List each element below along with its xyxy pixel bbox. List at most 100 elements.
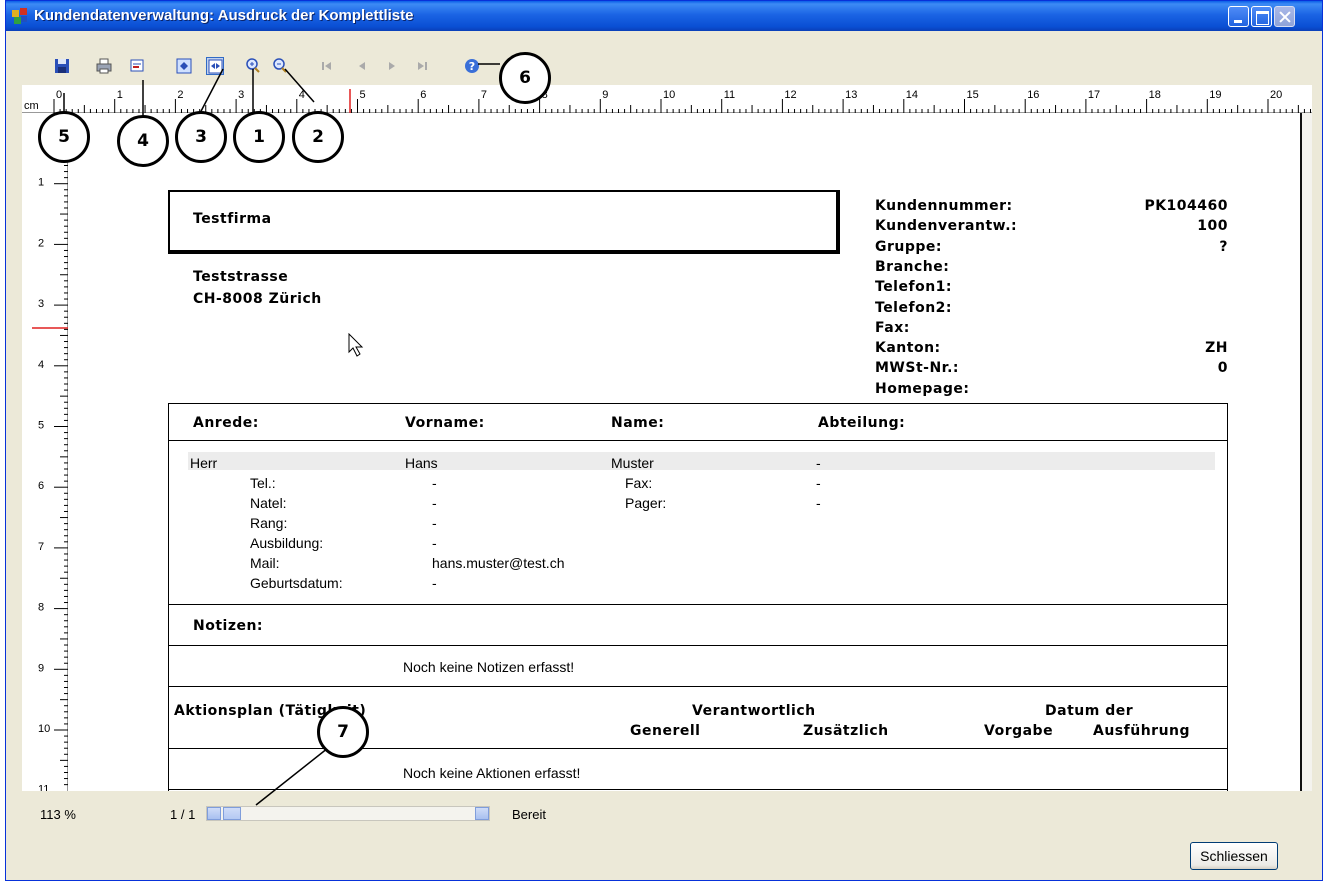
zoom-out-icon[interactable] (271, 57, 289, 75)
contact-row (188, 452, 1215, 470)
ruler-label: 1 (38, 177, 44, 189)
ruler-label: 10 (663, 89, 675, 101)
info-value: PK104460 (1144, 198, 1228, 214)
ruler-label: 3 (238, 89, 244, 101)
callout-5: 5 (38, 111, 90, 163)
zoom-in-icon[interactable] (244, 57, 262, 75)
scroll-right-button[interactable] (475, 807, 489, 820)
notes-empty-text: Noch keine Notizen erfasst! (403, 659, 575, 675)
detail-value: - (432, 475, 437, 491)
callout-6: 6 (499, 52, 551, 104)
detail-value: - (432, 495, 437, 511)
first-page-icon[interactable] (318, 57, 336, 75)
divider (168, 789, 1228, 790)
contact-fax-label: Fax: (625, 475, 653, 491)
callout-7: 7 (317, 706, 369, 758)
ruler-unit: cm (24, 100, 39, 112)
ruler-label: 11 (724, 89, 735, 101)
save-icon[interactable] (53, 57, 71, 75)
info-label: Telefon2: (875, 299, 952, 316)
ruler-label: 20 (1270, 89, 1282, 101)
ruler-label: 13 (845, 89, 857, 101)
detail-label: Tel.: (250, 475, 276, 491)
minimize-button[interactable] (1228, 6, 1249, 27)
company-street: Teststrasse (193, 269, 289, 285)
export-icon[interactable] (128, 57, 146, 75)
contact-fax-value: - (816, 475, 821, 491)
maximize-button[interactable] (1251, 6, 1272, 27)
page-indicator: 1 / 1 (170, 807, 196, 822)
close-button[interactable]: Schliessen (1190, 842, 1278, 870)
callout-3: 3 (175, 111, 227, 163)
ruler-label: 4 (299, 89, 305, 101)
svg-text:?: ? (469, 60, 475, 73)
vertical-ruler: 1 2 3 4 5 6 7 8 9 10 11 (22, 113, 68, 791)
last-page-icon[interactable] (413, 57, 431, 75)
info-value: 0 (1217, 360, 1228, 377)
info-label: MWSt-Nr.: (875, 360, 960, 377)
ruler-label: 4 (38, 359, 44, 371)
scroll-thumb[interactable] (223, 807, 241, 820)
ruler-label: 12 (784, 89, 796, 101)
previous-page-icon[interactable] (353, 57, 371, 75)
info-label: Kundennummer: (875, 198, 1013, 214)
print-preview-page: Testfirma Teststrasse CH-8008 Zürich Kun… (68, 113, 1300, 791)
horizontal-scrollbar[interactable] (206, 806, 490, 821)
company-city: CH-8008 Zürich (193, 291, 322, 307)
info-value: 100 (1197, 218, 1228, 235)
ruler-label: 11 (38, 784, 49, 791)
ruler-label: 9 (602, 89, 608, 101)
horizontal-ruler: cm0123456789101112131415161718192021 (22, 85, 1312, 113)
ruler-label: 5 (360, 89, 366, 101)
notes-header: Notizen: (193, 618, 264, 634)
zoom-level: 113 % (40, 807, 76, 822)
status-bar: 113 % 1 / 1 Bereit (22, 801, 1312, 827)
contact-abteilung: - (816, 455, 821, 471)
ruler-label: 1 (117, 89, 123, 101)
app-icon (12, 8, 28, 24)
actions-general: Generell (630, 723, 701, 739)
fit-page-icon[interactable] (175, 57, 193, 75)
actions-additional: Zusätzlich (803, 723, 889, 739)
detail-value: - (432, 575, 437, 591)
ruler-label: 14 (906, 89, 918, 101)
ruler-label: 3 (38, 298, 44, 310)
header-anrede: Anrede: (193, 415, 259, 431)
contact-vorname: Hans (405, 455, 438, 471)
company-name: Testfirma (193, 211, 272, 227)
divider (168, 645, 1228, 646)
detail-value: - (432, 535, 437, 551)
ruler-label: 16 (1027, 89, 1039, 101)
window-close-button[interactable] (1274, 6, 1295, 27)
ruler-label: 2 (177, 89, 183, 101)
divider (168, 604, 1228, 605)
next-page-icon[interactable] (383, 57, 401, 75)
ruler-label: 6 (38, 480, 44, 492)
detail-label: Natel: (250, 495, 287, 511)
actions-execution: Ausführung (1093, 723, 1191, 739)
preview-toolbar: ? (20, 53, 1314, 81)
detail-label: Rang: (250, 515, 288, 531)
divider (168, 440, 1228, 441)
info-label: Telefon1: (875, 279, 952, 296)
detail-label: Geburtsdatum: (250, 575, 343, 591)
ruler-label: 2 (38, 237, 44, 249)
callout-4: 4 (117, 115, 169, 167)
actions-target: Vorgabe (984, 723, 1054, 739)
info-label: Gruppe: (875, 238, 942, 255)
callout-2: 2 (292, 111, 344, 163)
help-icon[interactable]: ? (463, 57, 481, 75)
info-value: ZH (1205, 340, 1228, 357)
ruler-label: 18 (1149, 89, 1161, 101)
callout-1: 1 (233, 111, 285, 163)
ruler-label: 17 (1088, 89, 1100, 101)
header-abteilung: Abteilung: (818, 415, 906, 431)
print-icon[interactable] (95, 57, 113, 75)
info-value: ? (1219, 238, 1228, 255)
scroll-left-button[interactable] (207, 807, 221, 820)
fit-width-icon[interactable] (206, 57, 224, 75)
header-name: Name: (611, 415, 665, 431)
vertical-scrollbar[interactable] (1300, 113, 1312, 791)
title-bar[interactable]: Kundendatenverwaltung: Ausdruck der Komp… (6, 1, 1322, 31)
contact-pager-label: Pager: (625, 495, 667, 511)
